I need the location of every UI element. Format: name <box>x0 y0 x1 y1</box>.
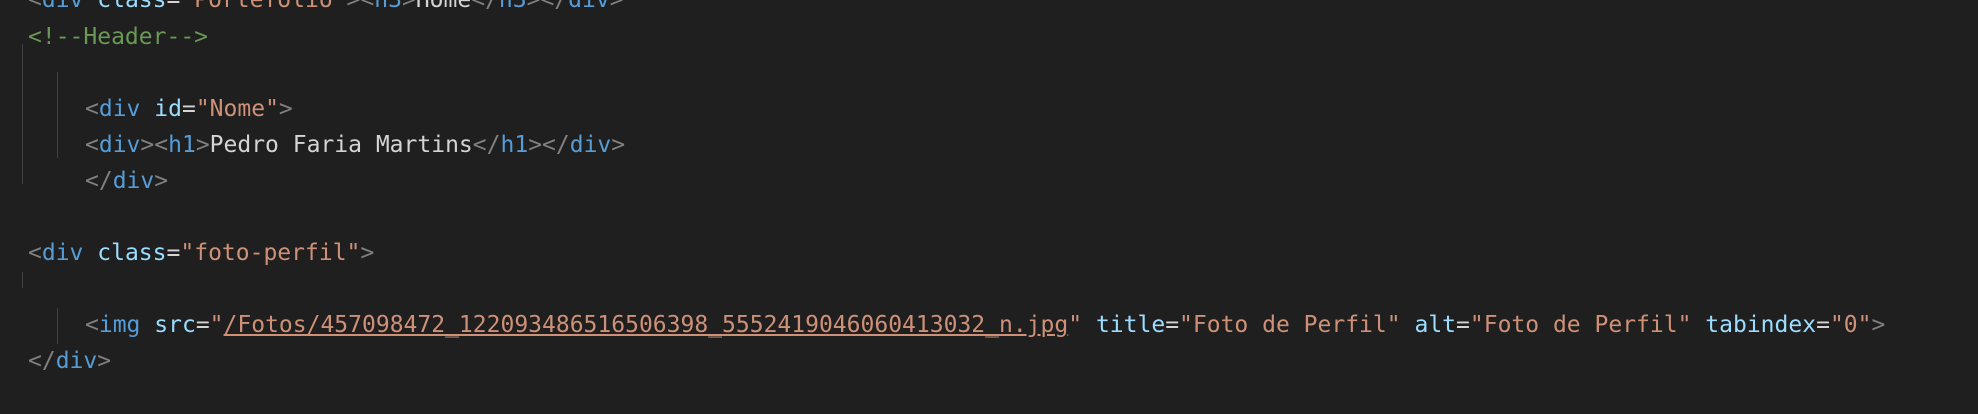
code-token: div <box>98 96 141 122</box>
indent-guide <box>22 44 23 184</box>
code-token: class <box>97 240 167 266</box>
indent-guide <box>57 308 58 344</box>
code-token: > <box>611 132 626 158</box>
code-token: Pedro Faria Martins <box>209 132 473 158</box>
code-token: " <box>209 312 224 338</box>
code-line[interactable]: <!--Header--> <box>28 19 208 55</box>
code-token: src <box>154 312 196 338</box>
code-token: = <box>195 312 210 338</box>
code-token: = <box>1816 312 1830 338</box>
indent-guide <box>22 272 23 288</box>
code-token: >< <box>346 0 375 13</box>
code-token: < <box>85 96 99 122</box>
code-token: div <box>112 168 155 194</box>
code-token: = <box>1165 312 1180 338</box>
code-token: </ <box>28 348 56 374</box>
code-token: "Nome" <box>195 96 279 122</box>
code-token: div <box>569 132 612 158</box>
code-token: "foto-perfil" <box>180 240 361 266</box>
code-token: alt <box>1414 312 1457 338</box>
code-token: < <box>28 0 42 13</box>
code-token: > <box>154 168 169 194</box>
code-token: div <box>55 348 98 374</box>
code-token: > <box>195 132 210 158</box>
code-token: h1 <box>168 132 196 158</box>
code-line[interactable]: <img src="/Fotos/457098472_1220934865165… <box>85 307 1885 343</box>
code-token: div <box>98 132 141 158</box>
code-token: ></ <box>528 132 570 158</box>
code-token: < <box>28 240 42 266</box>
code-token: title <box>1095 312 1166 338</box>
code-token: >< <box>140 132 169 158</box>
code-token: h3 <box>374 0 402 13</box>
file-path-link[interactable]: /Fotos/457098472_122093486516506398_5552… <box>224 312 1069 338</box>
code-token: h3 <box>498 0 527 13</box>
code-token: class <box>97 0 167 13</box>
code-token: " <box>1068 312 1083 338</box>
code-token: </ <box>472 132 501 158</box>
code-token: > <box>97 348 112 374</box>
code-token: img <box>98 312 141 338</box>
code-token: ></ <box>526 0 569 13</box>
code-token: < <box>85 312 99 338</box>
code-editor[interactable]: <div class="Portefolio"><h3>Home</h3></d… <box>0 0 1978 414</box>
code-token: = <box>166 0 181 13</box>
code-token: "Foto de Perfil" <box>1469 312 1692 338</box>
code-line[interactable]: </div> <box>28 343 111 379</box>
code-line[interactable]: </div> <box>85 163 168 199</box>
code-token: <!--Header--> <box>28 24 209 50</box>
code-token: div <box>41 240 84 266</box>
code-token: id <box>154 96 182 122</box>
code-token: Home <box>415 0 472 13</box>
code-token: "Portefolio" <box>180 0 347 13</box>
code-token: > <box>278 96 293 122</box>
code-line[interactable]: <div class="foto-perfil"> <box>28 235 374 271</box>
code-token: = <box>1456 312 1470 338</box>
code-token: "Foto de Perfil" <box>1179 312 1401 338</box>
code-token: > <box>1871 312 1886 338</box>
code-token: "0" <box>1829 312 1872 338</box>
code-token: = <box>166 240 181 266</box>
code-token: div <box>568 0 610 13</box>
code-line[interactable]: <div class="Portefolio"><h3>Home</h3></d… <box>28 0 624 18</box>
code-token: = <box>181 96 196 122</box>
code-token: </ <box>85 168 113 194</box>
code-token: > <box>360 240 375 266</box>
code-token: tabindex <box>1705 312 1817 338</box>
code-token: < <box>85 132 99 158</box>
code-line[interactable]: <div id="Nome"> <box>85 91 293 127</box>
code-line[interactable]: <div><h1>Pedro Faria Martins</h1></div> <box>85 127 625 163</box>
code-token: div <box>41 0 84 13</box>
indent-guide <box>57 72 58 158</box>
code-token: > <box>401 0 416 13</box>
code-token: > <box>609 0 624 13</box>
code-token: </ <box>471 0 499 13</box>
code-token: h1 <box>500 132 529 158</box>
